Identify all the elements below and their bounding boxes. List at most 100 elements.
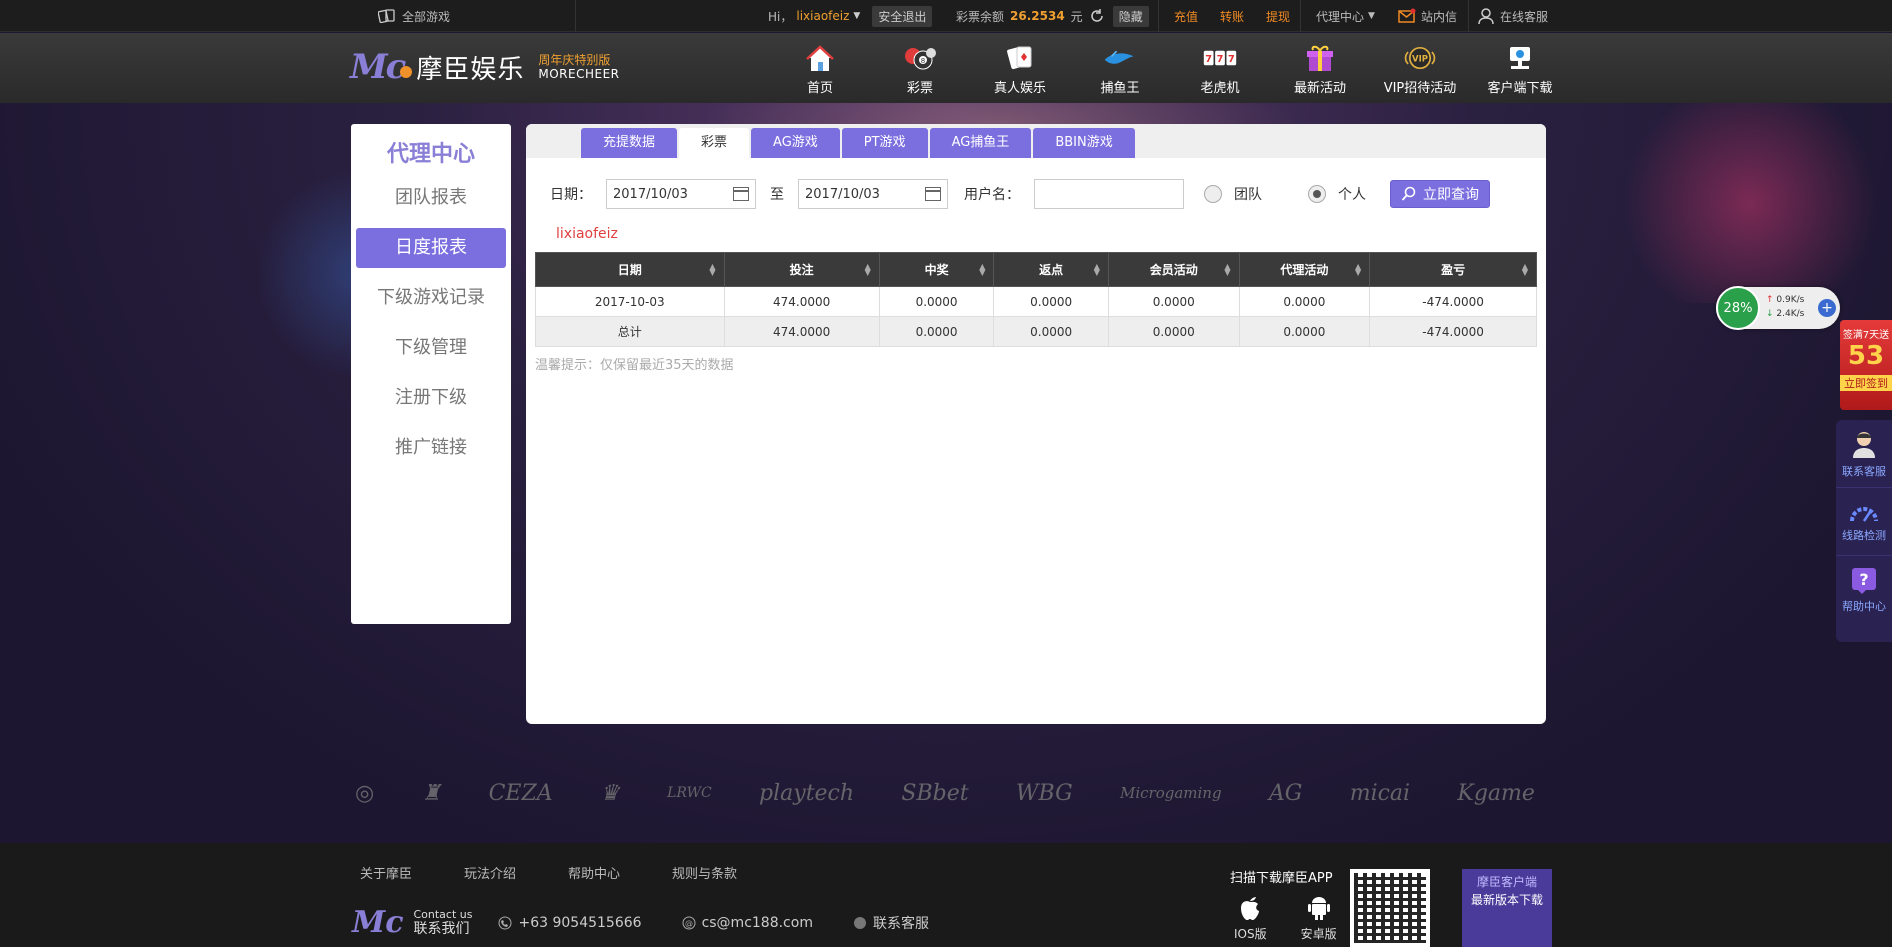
contact-service-button[interactable]: 联系客服 <box>1836 420 1892 488</box>
logout-button[interactable]: 安全退出 <box>872 5 933 27</box>
footer-link-terms[interactable]: 规则与条款 <box>672 863 737 882</box>
calendar-icon[interactable] <box>733 187 749 201</box>
nav-home[interactable]: 首页 <box>770 33 870 103</box>
partner-logo: AG <box>1268 780 1303 806</box>
nav-fishing[interactable]: 捕鱼王 <box>1070 33 1170 103</box>
column-header[interactable]: 投注 ▲ ▼ <box>723 252 880 287</box>
network-speed-widget[interactable]: 28% ↑ 0.9K/s ↓ 2.4K/s + <box>1716 286 1840 330</box>
nav-promotions[interactable]: 最新活动 <box>1270 33 1370 103</box>
phone-number: +63 9054515666 <box>518 914 642 931</box>
tab-ag-games[interactable]: AG游戏 <box>751 128 840 158</box>
lottery-balls-icon: 8 <box>905 48 936 70</box>
sign-in-promo[interactable]: 签满7天送 53 立即签到 <box>1840 320 1892 410</box>
table-row: 2017-10-03 474.0000 0.0000 0.0000 0.0000… <box>535 286 1537 317</box>
username-menu[interactable]: lixiaofeiz <box>796 9 849 23</box>
help-center-button[interactable]: ? 帮助中心 <box>1836 556 1892 624</box>
top-bar: 全部游戏 Hi， lixiaofeiz ▼ 安全退出 彩票余额 26.2534 … <box>0 0 1892 32</box>
footer-email[interactable]: @ cs@mc188.com <box>682 915 813 931</box>
column-header[interactable]: 盈亏 ▲ ▼ <box>1369 252 1537 287</box>
inbox-link[interactable]: 站内信 <box>1398 0 1457 32</box>
footer-link-how-to-play[interactable]: 玩法介绍 <box>464 863 516 882</box>
line-check-button[interactable]: 线路检测 <box>1836 488 1892 556</box>
agent-center-menu[interactable]: 代理中心 ▼ <box>1316 0 1375 32</box>
nav-vip[interactable]: VIP VIP招待活动 <box>1370 33 1470 103</box>
gift-icon <box>1307 45 1333 71</box>
speedometer-icon <box>1850 506 1878 522</box>
team-radio[interactable] <box>1204 185 1222 203</box>
footer-link-help[interactable]: 帮助中心 <box>568 863 620 882</box>
nav-lottery[interactable]: 8 彩票 <box>870 33 970 103</box>
table-cell: 2017-10-03 <box>535 286 725 317</box>
column-header[interactable]: 日期 ▲ ▼ <box>535 252 725 287</box>
quick-actions: 充值 转账 提现 <box>1174 0 1290 32</box>
date-to-value: 2017/10/03 <box>805 186 880 202</box>
table-cell: 0.0000 <box>993 316 1109 347</box>
plus-icon[interactable]: + <box>1818 299 1836 317</box>
username-input[interactable] <box>1034 179 1184 209</box>
partner-lrwc-icon: LRWC <box>667 785 712 801</box>
tab-pt-games[interactable]: PT游戏 <box>841 128 928 158</box>
footer-link-about[interactable]: 关于摩臣 <box>360 863 412 882</box>
sign-in-button[interactable]: 立即签到 <box>1840 375 1892 391</box>
column-header[interactable]: 中奖 ▲ ▼ <box>878 252 995 287</box>
partner-logo: Kgame <box>1457 780 1535 806</box>
main-nav: 首页 8 彩票 真人娱乐 捕鱼王 777 老虎机 最新活动 VIP VIP招待活… <box>770 33 1570 103</box>
date-from-input[interactable]: 2017/10/03 <box>606 179 756 209</box>
email-address: cs@mc188.com <box>701 914 813 931</box>
table-cell: 474.0000 <box>723 316 880 347</box>
sidebar-item-promo-link[interactable]: 推广链接 <box>356 428 506 468</box>
nav-label: 首页 <box>806 81 833 96</box>
home-icon <box>806 45 834 71</box>
nav-label: 老虎机 <box>1200 81 1240 96</box>
sidebar-item-sub-game-records[interactable]: 下级游戏记录 <box>356 278 506 318</box>
svg-text:@: @ <box>685 919 693 928</box>
tab-deposit-withdraw[interactable]: 充提数据 <box>581 128 678 158</box>
sidebar-item-sub-management[interactable]: 下级管理 <box>356 328 506 368</box>
client-title: 摩臣客户端 <box>1476 875 1537 889</box>
divider <box>1158 0 1159 32</box>
tab-ag-fishing[interactable]: AG捕鱼王 <box>929 128 1032 158</box>
contact-us: Contact us 联系我们 <box>413 908 473 937</box>
agent-center-label: 代理中心 <box>1316 9 1365 24</box>
nav-slots[interactable]: 777 老虎机 <box>1170 33 1270 103</box>
nav-live-casino[interactable]: 真人娱乐 <box>970 33 1070 103</box>
hide-balance-button[interactable]: 隐藏 <box>1112 5 1149 27</box>
chevron-down-icon[interactable]: ▼ <box>853 11 860 21</box>
client-download-banner[interactable]: 摩臣客户端 最新版本下载 <box>1462 869 1552 947</box>
nav-client-download[interactable]: 客户端下载 <box>1470 33 1570 103</box>
footer-live-chat[interactable]: 联系客服 <box>853 913 929 933</box>
svg-text:7: 7 <box>1217 54 1224 65</box>
date-to-input[interactable]: 2017/10/03 <box>798 179 948 209</box>
footer-logo-mark: Mc <box>352 905 404 940</box>
sidebar-item-register-sub[interactable]: 注册下级 <box>356 378 506 418</box>
column-header[interactable]: 代理活动 ▲ ▼ <box>1238 252 1371 287</box>
partner-logo: WBG <box>1015 780 1073 806</box>
column-header[interactable]: 返点 ▲ ▼ <box>993 252 1109 287</box>
calendar-icon[interactable] <box>925 187 941 201</box>
site-logo[interactable]: Mc 摩臣娱乐 周年庆特别版 MORECHEER <box>350 47 619 87</box>
recharge-link[interactable]: 充值 <box>1174 8 1198 25</box>
all-games-link[interactable]: 全部游戏 <box>378 0 450 32</box>
android-download[interactable]: 安卓版 <box>1301 893 1337 942</box>
column-header[interactable]: 会员活动 ▲ ▼ <box>1107 252 1240 287</box>
sidebar-item-team-report[interactable]: 团队报表 <box>356 178 506 218</box>
transfer-link[interactable]: 转账 <box>1220 8 1244 25</box>
tab-bbin-games[interactable]: BBIN游戏 <box>1033 128 1135 158</box>
sidebar-item-daily-report[interactable]: 日度报表 <box>356 228 506 268</box>
speed-percent: 28% <box>1716 286 1760 330</box>
sort-icon: ▲ ▼ <box>1093 262 1100 277</box>
query-button[interactable]: 立即查询 <box>1390 180 1490 208</box>
playing-cards-icon <box>1007 46 1032 70</box>
tab-lottery[interactable]: 彩票 <box>679 128 750 158</box>
partner-logo: CEZA <box>488 780 553 806</box>
refresh-icon[interactable] <box>1089 8 1105 24</box>
withdraw-link[interactable]: 提现 <box>1266 8 1290 25</box>
speed-rates: ↑ 0.9K/s ↓ 2.4K/s <box>1766 295 1805 319</box>
personal-radio[interactable] <box>1308 185 1326 203</box>
sort-icon: ▲ ▼ <box>1355 262 1362 277</box>
app-qr-code <box>1350 869 1430 947</box>
online-service-link[interactable]: 在线客服 <box>1478 0 1548 32</box>
vip-badge-icon: VIP <box>1404 46 1436 70</box>
ios-download[interactable]: IOS版 <box>1234 893 1267 942</box>
logo-text: 摩臣娱乐 <box>416 54 525 85</box>
